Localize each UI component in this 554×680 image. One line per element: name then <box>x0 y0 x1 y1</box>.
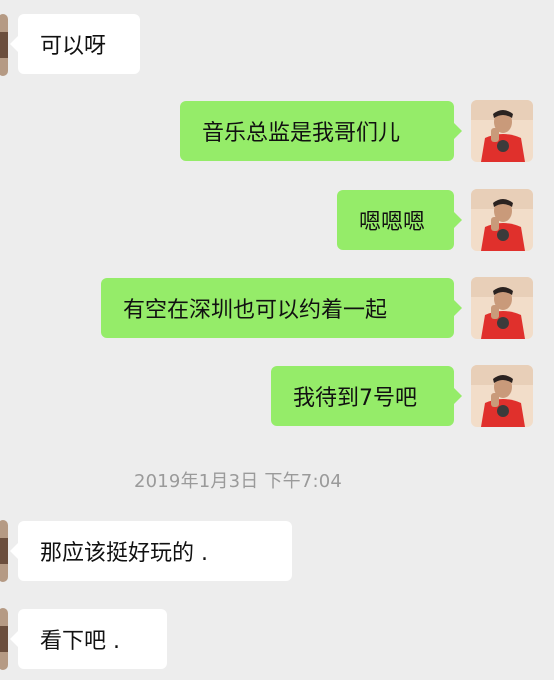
message-text: 我待到7号吧 <box>293 386 417 411</box>
message-bubble[interactable]: 我待到7号吧 <box>271 366 462 426</box>
message-text: 那应该挺好玩的 . <box>40 541 208 566</box>
self-avatar-icon[interactable] <box>471 365 533 427</box>
contact-avatar-icon[interactable] <box>0 520 8 582</box>
contact-avatar-icon[interactable] <box>0 14 8 76</box>
message-text: 看下吧 . <box>40 629 120 654</box>
message-bubble[interactable]: 有空在深圳也可以约着一起 <box>101 278 462 338</box>
message-bubble[interactable]: 可以呀 <box>10 14 140 74</box>
message-text: 有空在深圳也可以约着一起 <box>123 298 388 323</box>
self-avatar-icon[interactable] <box>471 277 533 339</box>
message-bubble[interactable]: 看下吧 . <box>10 609 167 669</box>
message-text: 音乐总监是我哥们儿 <box>202 121 401 146</box>
chat-timestamp: 2019年1月3日 下午7:04 <box>133 471 343 492</box>
message-bubble[interactable]: 那应该挺好玩的 . <box>10 521 292 581</box>
message-bubble[interactable]: 嗯嗯嗯 <box>337 190 462 250</box>
message-bubble[interactable]: 音乐总监是我哥们儿 <box>180 101 462 161</box>
self-avatar-icon[interactable] <box>471 189 533 251</box>
message-text: 嗯嗯嗯 <box>359 210 426 235</box>
self-avatar-icon[interactable] <box>471 100 533 162</box>
contact-avatar-icon[interactable] <box>0 608 8 670</box>
chat-window: 可以呀 音乐总监是我哥们儿 嗯嗯嗯 有空在深圳也可以约着一起 我待到7号吧 20… <box>0 0 554 680</box>
message-text: 可以呀 <box>40 34 107 59</box>
